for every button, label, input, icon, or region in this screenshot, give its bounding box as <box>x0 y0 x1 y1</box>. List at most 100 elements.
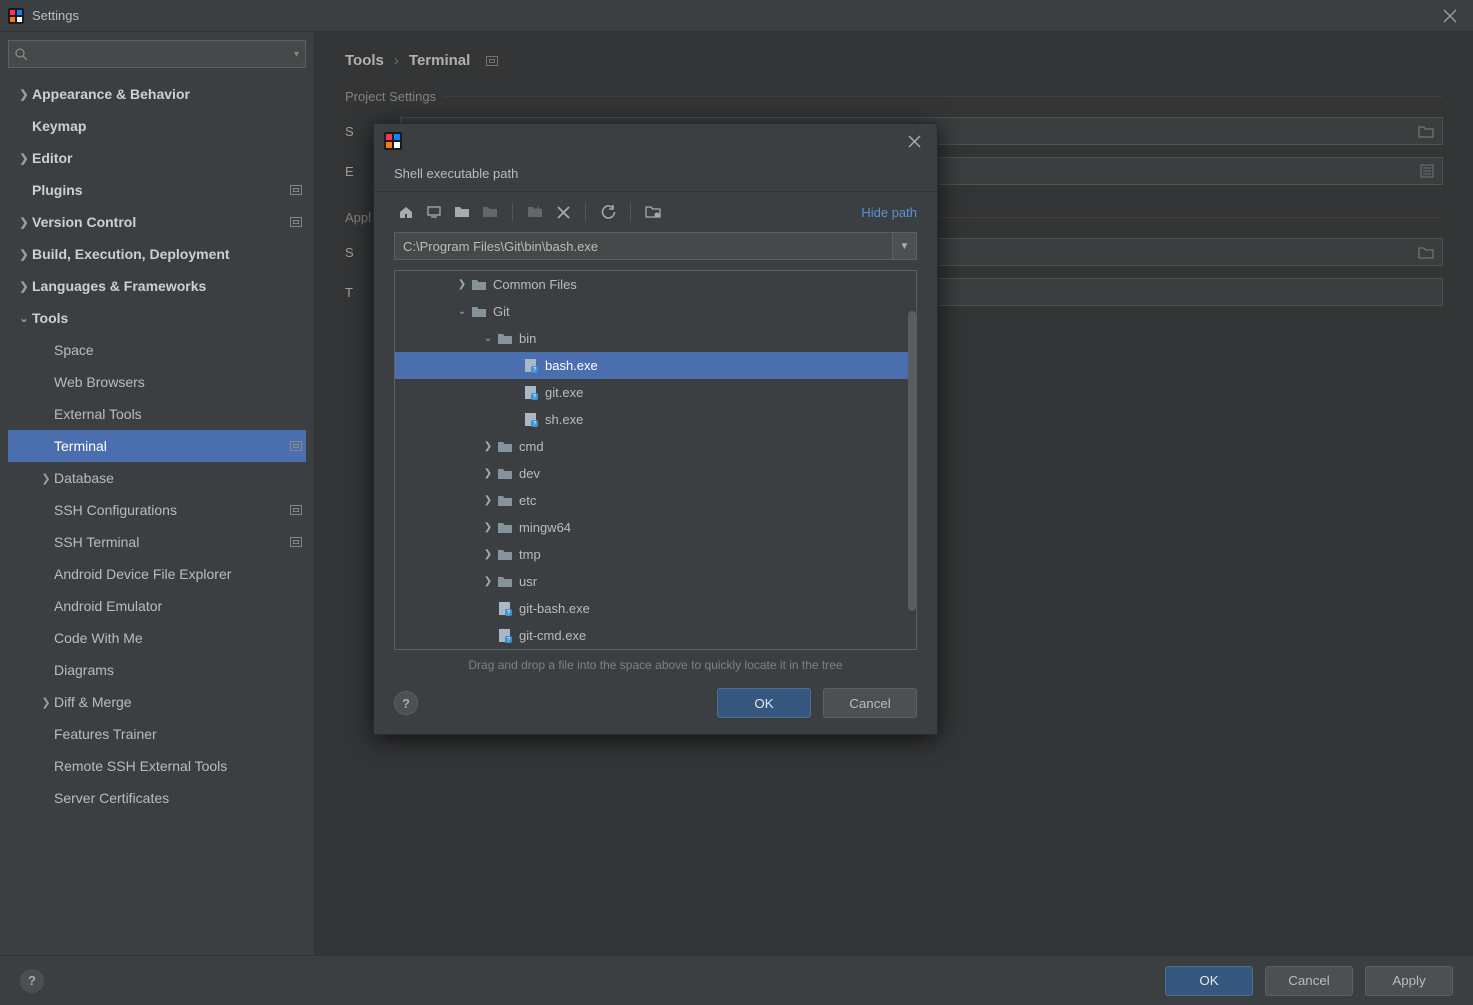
chevron-icon: ❯ <box>481 495 495 506</box>
tree-row-label: etc <box>519 493 536 508</box>
sidebar-item-space[interactable]: Space <box>8 334 306 366</box>
tree-row-dev[interactable]: ❯dev <box>395 460 916 487</box>
desktop-button[interactable] <box>422 200 446 224</box>
project-scope-icon <box>290 441 302 451</box>
sidebar-item-label: Server Certificates <box>54 790 302 806</box>
tree-row-tmp[interactable]: ❯tmp <box>395 541 916 568</box>
sidebar-search[interactable]: ▾ <box>8 40 306 68</box>
chevron-icon: ❯ <box>481 522 495 533</box>
tree-row-sh-exe[interactable]: ?sh.exe <box>395 406 916 433</box>
tree-row-label: git-bash.exe <box>519 601 590 616</box>
tree-row-common-files[interactable]: ❯Common Files <box>395 271 916 298</box>
sidebar-item-external-tools[interactable]: External Tools <box>8 398 306 430</box>
sidebar-item-keymap[interactable]: Keymap <box>8 110 306 142</box>
chevron-icon: ❯ <box>16 248 32 261</box>
sidebar-item-tools[interactable]: ⌄Tools <box>8 302 306 334</box>
project-scope-icon <box>290 217 302 227</box>
sidebar-item-label: Diagrams <box>54 662 302 678</box>
chevron-icon: ❯ <box>16 88 32 101</box>
tree-row-etc[interactable]: ❯ etc <box>395 487 916 514</box>
sidebar-item-label: Languages & Frameworks <box>32 278 302 294</box>
tree-row-bash-exe[interactable]: ?bash.exe <box>395 352 916 379</box>
dialog-cancel-button[interactable]: Cancel <box>823 688 917 718</box>
sidebar-item-editor[interactable]: ❯Editor <box>8 142 306 174</box>
tree-row-label: git.exe <box>545 385 583 400</box>
search-icon <box>15 48 28 61</box>
tree-row-label: dev <box>519 466 540 481</box>
new-folder-button <box>523 200 547 224</box>
chevron-icon: ❯ <box>455 279 469 290</box>
cancel-button[interactable]: Cancel <box>1265 966 1353 996</box>
sidebar-item-ssh-terminal[interactable]: SSH Terminal <box>8 526 306 558</box>
tree-row-label: mingw64 <box>519 520 571 535</box>
tree-row-git-exe[interactable]: ? git.exe <box>395 379 916 406</box>
exe-icon: ? <box>497 628 513 644</box>
sidebar-item-appearance-behavior[interactable]: ❯Appearance & Behavior <box>8 78 306 110</box>
tree-row-usr[interactable]: ❯usr <box>395 568 916 595</box>
tree-row-git-bash-exe[interactable]: ?git-bash.exe <box>395 595 916 622</box>
tree-row-cmd[interactable]: ❯cmd <box>395 433 916 460</box>
sidebar-item-terminal[interactable]: Terminal <box>8 430 306 462</box>
sidebar-item-label: Editor <box>32 150 302 166</box>
sidebar-item-web-browsers[interactable]: Web Browsers <box>8 366 306 398</box>
sidebar-item-plugins[interactable]: Plugins <box>8 174 306 206</box>
module-dir-button <box>478 200 502 224</box>
sidebar-item-server-certificates[interactable]: Server Certificates <box>8 782 306 814</box>
help-button[interactable]: ? <box>20 969 44 993</box>
exe-icon: ? <box>523 385 539 401</box>
hide-path-link[interactable]: Hide path <box>861 205 917 220</box>
window-titlebar: Settings <box>0 0 1473 32</box>
path-input[interactable] <box>394 232 893 260</box>
sidebar-item-android-emulator[interactable]: Android Emulator <box>8 590 306 622</box>
tree-scrollbar[interactable] <box>908 311 916 611</box>
show-hidden-button[interactable] <box>641 200 665 224</box>
sidebar-item-label: Build, Execution, Deployment <box>32 246 302 262</box>
sidebar-item-features-trainer[interactable]: Features Trainer <box>8 718 306 750</box>
chevron-icon: ❯ <box>38 696 54 709</box>
sidebar-item-diff-merge[interactable]: ❯Diff & Merge <box>8 686 306 718</box>
sidebar-item-label: Version Control <box>32 214 284 230</box>
refresh-button[interactable] <box>596 200 620 224</box>
delete-button[interactable] <box>551 200 575 224</box>
settings-sidebar: ▾ ❯Appearance & BehaviorKeymap❯EditorPlu… <box>0 32 315 955</box>
home-button[interactable] <box>394 200 418 224</box>
tree-row-git-cmd-exe[interactable]: ? git-cmd.exe <box>395 622 916 649</box>
project-scope-icon <box>290 537 302 547</box>
sidebar-item-label: Appearance & Behavior <box>32 86 302 102</box>
sidebar-item-label: Tools <box>32 310 302 326</box>
tree-row-mingw64[interactable]: ❯ mingw64 <box>395 514 916 541</box>
chevron-icon: ❯ <box>481 549 495 560</box>
apply-button[interactable]: Apply <box>1365 966 1453 996</box>
sidebar-item-database[interactable]: ❯Database <box>8 462 306 494</box>
sidebar-item-ssh-configurations[interactable]: SSH Configurations <box>8 494 306 526</box>
path-history-dropdown[interactable]: ▼ <box>893 232 917 260</box>
chevron-icon: ⌄ <box>481 333 495 344</box>
sidebar-item-version-control[interactable]: ❯Version Control <box>8 206 306 238</box>
tree-row-license-txt[interactable]: LICENSE.txt <box>395 649 916 650</box>
sidebar-item-build-execution-deployment[interactable]: ❯Build, Execution, Deployment <box>8 238 306 270</box>
folder-icon <box>471 304 487 320</box>
sidebar-item-android-device-file-explorer[interactable]: Android Device File Explorer <box>8 558 306 590</box>
sidebar-item-languages-frameworks[interactable]: ❯Languages & Frameworks <box>8 270 306 302</box>
sidebar-item-remote-ssh-external-tools[interactable]: Remote SSH External Tools <box>8 750 306 782</box>
tree-row-git[interactable]: ⌄Git <box>395 298 916 325</box>
dialog-ok-button[interactable]: OK <box>717 688 811 718</box>
sidebar-item-code-with-me[interactable]: Code With Me <box>8 622 306 654</box>
window-close-button[interactable] <box>1435 5 1465 27</box>
dialog-close-button[interactable] <box>902 133 927 150</box>
dialog-help-button[interactable]: ? <box>394 691 418 715</box>
tree-row-label: git-cmd.exe <box>519 628 586 643</box>
sidebar-item-label: Keymap <box>32 118 302 134</box>
sidebar-item-diagrams[interactable]: Diagrams <box>8 654 306 686</box>
sidebar-search-input[interactable] <box>32 47 294 62</box>
window-title: Settings <box>32 8 1435 23</box>
ok-button[interactable]: OK <box>1165 966 1253 996</box>
folder-icon <box>497 331 513 347</box>
tree-row-bin[interactable]: ⌄bin <box>395 325 916 352</box>
tree-row-label: sh.exe <box>545 412 583 427</box>
tree-row-label: bash.exe <box>545 358 598 373</box>
file-tree[interactable]: ❯Common Files⌄Git⌄bin?bash.exe?git.exe?s… <box>394 270 917 650</box>
project-dir-button[interactable] <box>450 200 474 224</box>
sidebar-item-label: Diff & Merge <box>54 694 302 710</box>
app-logo-icon <box>384 132 402 150</box>
